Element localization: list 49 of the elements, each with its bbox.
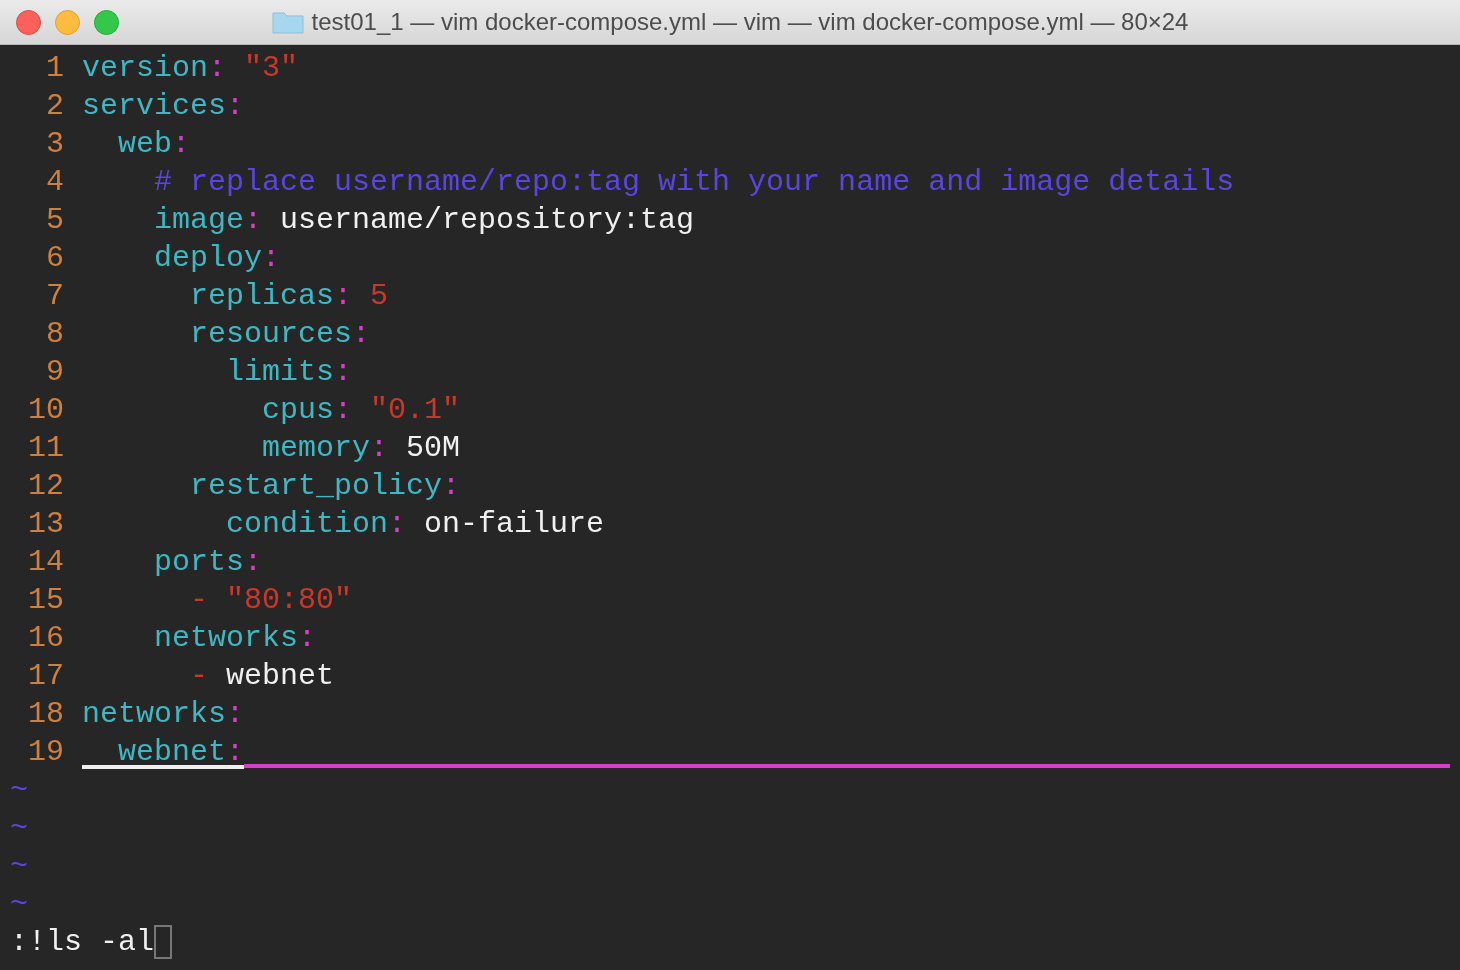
line-number: 11	[27, 430, 64, 467]
line-number: 2	[45, 88, 64, 125]
code-line: networks:	[153, 620, 317, 657]
code-line: memory: 50M	[261, 430, 461, 467]
line-number: 1	[45, 50, 64, 87]
code-line: limits:	[225, 354, 353, 391]
close-button[interactable]	[16, 10, 41, 35]
line-number: 3	[45, 126, 64, 163]
code-line: - "80:80"	[189, 582, 353, 619]
line-number: 14	[27, 544, 64, 581]
line-number: 13	[27, 506, 64, 543]
line-number: 7	[45, 278, 64, 315]
code-line: condition: on-failure	[225, 506, 605, 543]
line-number: 9	[45, 354, 64, 391]
code-line: resources:	[189, 316, 371, 353]
empty-line-marker: ~	[10, 887, 28, 921]
line-number: 10	[27, 392, 64, 429]
code-line: version: "3"	[82, 50, 299, 87]
command-line[interactable]: :!ls -al	[10, 923, 155, 961]
code-line: networks:	[82, 696, 245, 733]
code-line: webnet:	[117, 734, 245, 771]
code-line: cpus: "0.1"	[261, 392, 461, 429]
line-number: 16	[27, 620, 64, 657]
text-cursor	[154, 925, 173, 959]
line-number: 8	[45, 316, 64, 353]
code-line: # replace username/repo:tag with your name and image details	[153, 164, 1235, 201]
code-line: ports:	[153, 544, 263, 581]
window-title: test01_1 — vim docker-compose.yml — vim — vim docker-compose.yml — 80×24	[311, 7, 1189, 37]
code-line: - webnet	[189, 658, 335, 695]
empty-line-marker: ~	[10, 811, 28, 845]
line-number: 5	[45, 202, 64, 239]
code-line: restart_policy:	[189, 468, 461, 505]
line-number: 15	[27, 582, 64, 619]
line-number: 17	[27, 658, 64, 695]
line-number: 4	[45, 164, 64, 201]
code-line: deploy:	[153, 240, 281, 277]
empty-line-marker: ~	[10, 849, 28, 883]
line-number: 12	[27, 468, 64, 505]
code-line: services:	[82, 88, 245, 125]
folder-icon	[271, 10, 304, 34]
line-number: 19	[27, 734, 64, 771]
line-number: 18	[27, 696, 64, 733]
zoom-button[interactable]	[94, 10, 119, 35]
line-number: 6	[45, 240, 64, 277]
code-line: web:	[117, 126, 191, 163]
minimize-button[interactable]	[55, 10, 80, 35]
empty-line-marker: ~	[10, 773, 28, 807]
code-line: replicas: 5	[189, 278, 389, 315]
code-line: image: username/repository:tag	[153, 202, 695, 239]
